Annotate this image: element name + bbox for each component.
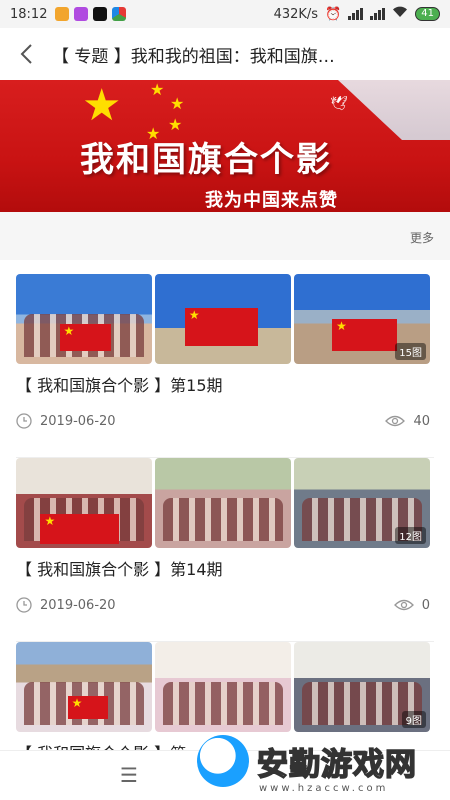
- wifi-icon: [392, 6, 408, 22]
- banner-sky: [338, 80, 450, 140]
- chevron-left-icon: [20, 44, 32, 64]
- photo-thumbnail[interactable]: [155, 274, 291, 364]
- flag-figure: [40, 513, 120, 545]
- network-speed: 432K/s: [273, 6, 319, 22]
- flag-figure: [67, 696, 109, 720]
- watermark-logo: [197, 735, 249, 787]
- view-count: 40: [413, 413, 430, 429]
- alarm-icon: ⏰: [325, 6, 342, 22]
- page-title: 【 专题 】我和我的祖国：我和国旗…: [52, 46, 335, 67]
- battery-icon: 41: [415, 7, 440, 21]
- signal-icon: [370, 8, 386, 20]
- banner-slogan: 我和国旗合个影: [80, 140, 332, 180]
- back-button[interactable]: [0, 28, 52, 80]
- eye-icon: [385, 415, 406, 427]
- photo-thumbnail[interactable]: [16, 458, 152, 548]
- photo-thumbnail[interactable]: [155, 642, 291, 732]
- article-date: 2019-06-20: [40, 597, 116, 613]
- photo-thumbnail[interactable]: 12图: [294, 458, 430, 548]
- thumbnail-strip: 9图: [16, 642, 430, 732]
- menu-icon[interactable]: ☰: [120, 763, 138, 787]
- photo-thumbnail[interactable]: [155, 458, 291, 548]
- view-count: 0: [421, 597, 430, 613]
- banner-subtitle: 我为中国来点赞: [205, 190, 338, 211]
- photo-thumbnail[interactable]: 9图: [294, 642, 430, 732]
- watermark-url: www.hzaccw.com: [259, 783, 389, 794]
- photo-count-badge: 12图: [395, 527, 426, 544]
- clock-icon: [16, 597, 32, 613]
- flag-figure: [184, 308, 259, 346]
- photo-thumbnail[interactable]: [16, 642, 152, 732]
- status-time: 18:12: [10, 6, 48, 22]
- list-item[interactable]: 12图 【 我和国旗合个影 】第14期 2019-06-20 0: [16, 458, 434, 642]
- app-notification-icon: [55, 7, 70, 21]
- article-meta: 2019-06-20 0: [16, 596, 430, 614]
- photo-thumbnail[interactable]: 15图: [294, 274, 430, 364]
- article-list: 15图 【 我和国旗合个影 】第15期 2019-06-20 40: [0, 274, 450, 800]
- star-icon: ★: [150, 80, 165, 99]
- article-meta: 2019-06-20 40: [16, 412, 430, 430]
- tiktok-icon: [93, 7, 108, 21]
- app-notification-icon: [112, 7, 127, 21]
- photo-thumbnail[interactable]: [16, 274, 152, 364]
- thumbnail-strip: 15图: [16, 274, 430, 364]
- eye-icon: [393, 599, 414, 611]
- notification-icons: [55, 7, 127, 21]
- thumbnail-strip: 12图: [16, 458, 430, 548]
- dove-icon: 🕊: [330, 96, 348, 112]
- article-date: 2019-06-20: [40, 413, 116, 429]
- photo-count-badge: 9图: [401, 711, 426, 728]
- watermark: 安勤游戏网 www.hzaccw.com: [197, 728, 442, 794]
- star-icon: ★: [82, 80, 122, 131]
- section-header: 更多: [0, 212, 450, 260]
- clock-icon: [16, 413, 32, 429]
- status-bar: 18:12 432K/s ⏰ 41: [0, 0, 450, 28]
- topic-banner[interactable]: ★ ★ ★ ★ ★ 🕊 我和国旗合个影 我为中国来点赞: [0, 80, 450, 212]
- top-nav-bar: 【 专题 】我和我的祖国：我和国旗…: [0, 28, 450, 80]
- people-figure: [163, 681, 283, 725]
- app-notification-icon: [74, 7, 89, 21]
- article-title[interactable]: 【 我和国旗合个影 】第15期: [16, 372, 223, 396]
- article-title[interactable]: 【 我和国旗合个影 】第14期: [16, 556, 223, 580]
- star-icon: ★: [170, 94, 185, 113]
- people-figure: [163, 497, 283, 541]
- flag-figure: [59, 324, 112, 352]
- signal-icon: [348, 8, 364, 20]
- more-link[interactable]: 更多: [410, 229, 434, 246]
- photo-count-badge: 15图: [395, 343, 426, 360]
- watermark-text: 安勤游戏网: [256, 746, 417, 784]
- flag-figure: [332, 319, 398, 352]
- list-item[interactable]: 15图 【 我和国旗合个影 】第15期 2019-06-20 40: [16, 274, 434, 458]
